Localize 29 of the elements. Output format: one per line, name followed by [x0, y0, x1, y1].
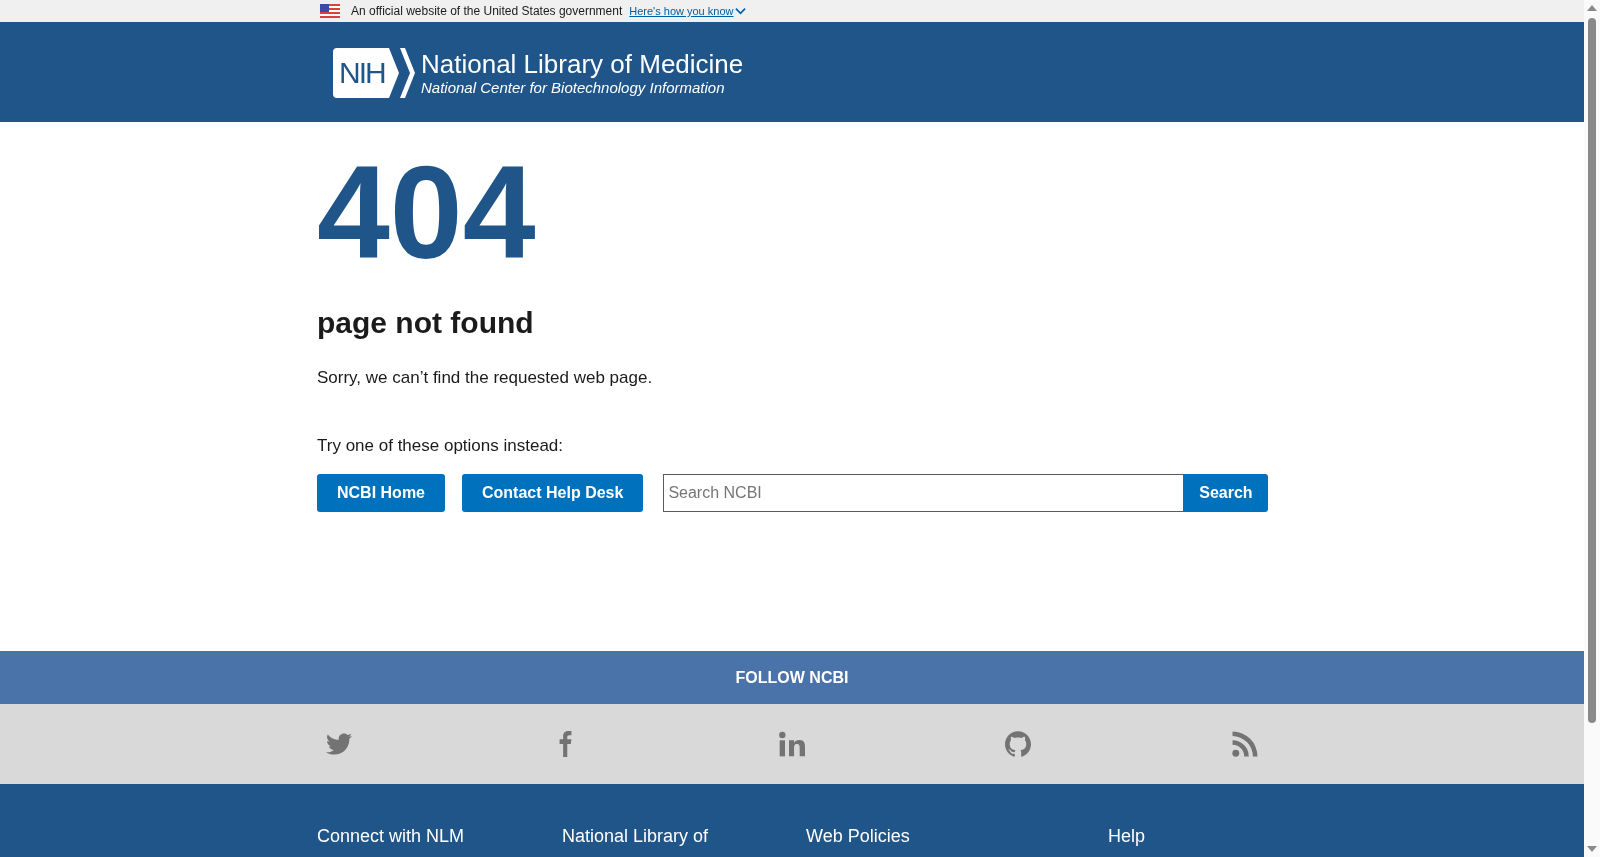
- site-title[interactable]: National Library of Medicine: [421, 49, 744, 79]
- search-field[interactable]: Search NCBI: [663, 474, 1184, 512]
- scrollbar[interactable]: [1584, 0, 1600, 857]
- scroll-down-icon[interactable]: [1587, 846, 1597, 852]
- footer-link[interactable]: Connect with NLM: [317, 825, 465, 847]
- logo-chevron-icon: [400, 48, 415, 98]
- error-message: Sorry, we can’t find the requested web page.: [317, 367, 653, 389]
- link-button[interactable]: Contact Help Desk: [462, 474, 644, 512]
- error-heading: page not found: [317, 305, 534, 341]
- scroll-up-icon[interactable]: [1587, 5, 1597, 11]
- twitter-bird-icon[interactable]: [326, 731, 352, 757]
- flag-icon: [320, 4, 340, 18]
- rss-feed-icon[interactable]: [1232, 731, 1258, 757]
- error-code: 404: [317, 147, 536, 278]
- footer-link[interactable]: National Library of: [562, 825, 709, 847]
- facebook-icon[interactable]: [558, 731, 572, 757]
- banner-text: An official website of the United States government: [351, 4, 623, 18]
- github-icon[interactable]: [1005, 731, 1032, 757]
- search-button[interactable]: Search: [1183, 474, 1269, 512]
- chevron-down-icon: [735, 7, 747, 15]
- linkedin-icon[interactable]: [778, 731, 805, 757]
- options-prompt: Try one of these options instead:: [317, 435, 564, 457]
- banner-link[interactable]: Here's how you know: [629, 5, 747, 17]
- footer-link[interactable]: Web Policies: [806, 825, 910, 847]
- link-button[interactable]: NCBI Home: [317, 474, 445, 512]
- site-subtitle: National Center for Biotechnology Information: [421, 79, 726, 97]
- follow-title: FOLLOW NCBI: [735, 668, 849, 687]
- scrollbar-thumb[interactable]: [1588, 18, 1596, 723]
- footer-link[interactable]: Help: [1108, 825, 1146, 847]
